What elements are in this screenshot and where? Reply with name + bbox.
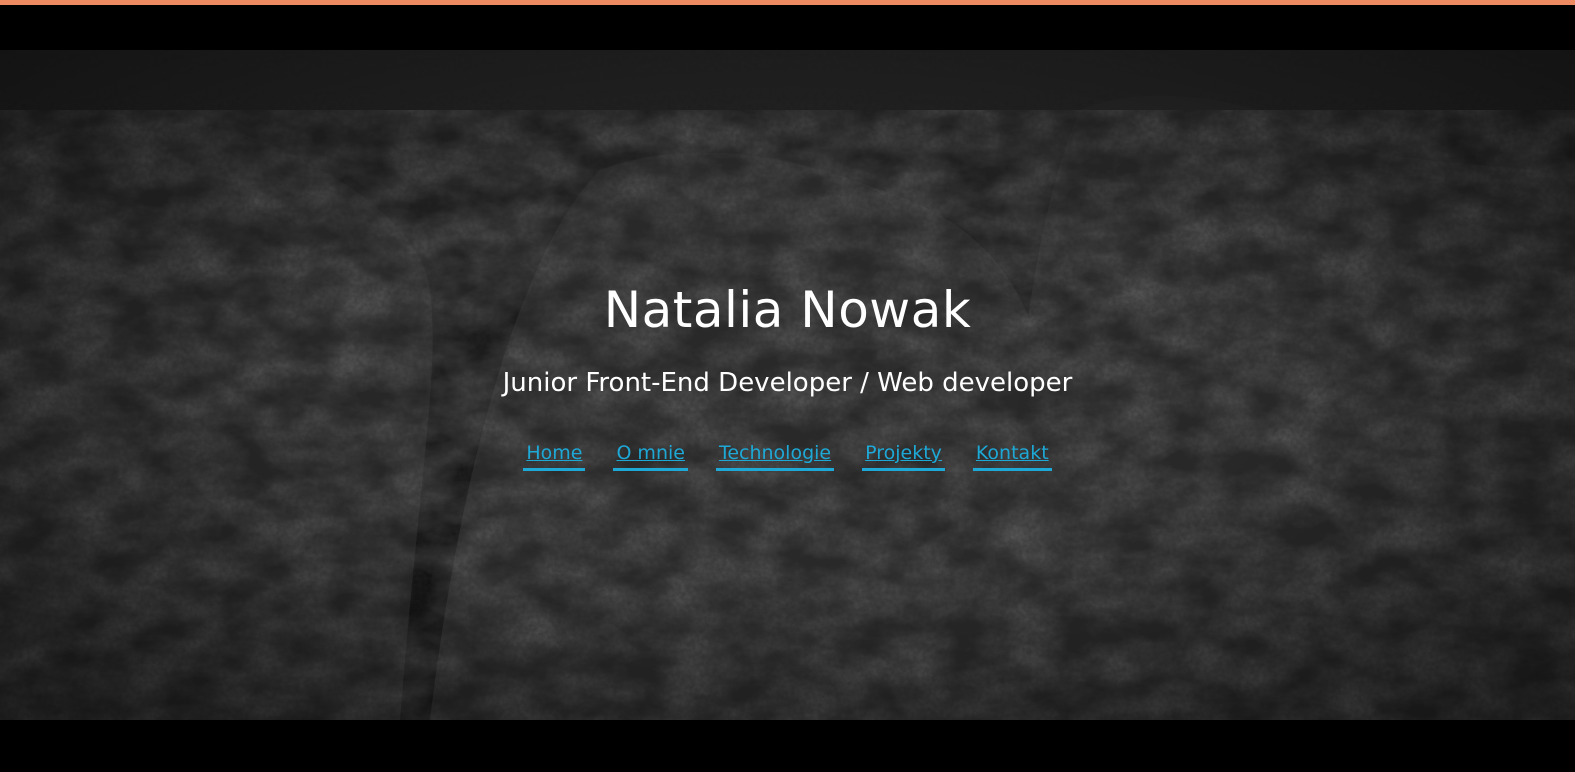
- hero-section: Natalia Nowak Junior Front-End Developer…: [0, 50, 1575, 720]
- hero-subtitle: Junior Front-End Developer / Web develop…: [502, 368, 1073, 398]
- main-nav: Home O mnie Technologie Projekty Kontakt: [0, 440, 1575, 471]
- page-title: Natalia Nowak: [603, 281, 972, 339]
- nav-link-kontakt[interactable]: Kontakt: [972, 440, 1052, 471]
- hero-content: Natalia Nowak Junior Front-End Developer…: [0, 50, 1575, 720]
- nav-link-technologie[interactable]: Technologie: [715, 440, 835, 471]
- nav-link-home[interactable]: Home: [523, 440, 586, 471]
- nav-link-projekty[interactable]: Projekty: [862, 440, 945, 471]
- top-bar: [0, 5, 1575, 50]
- nav-link-o-mnie[interactable]: O mnie: [613, 440, 688, 471]
- bottom-bar: [0, 720, 1575, 772]
